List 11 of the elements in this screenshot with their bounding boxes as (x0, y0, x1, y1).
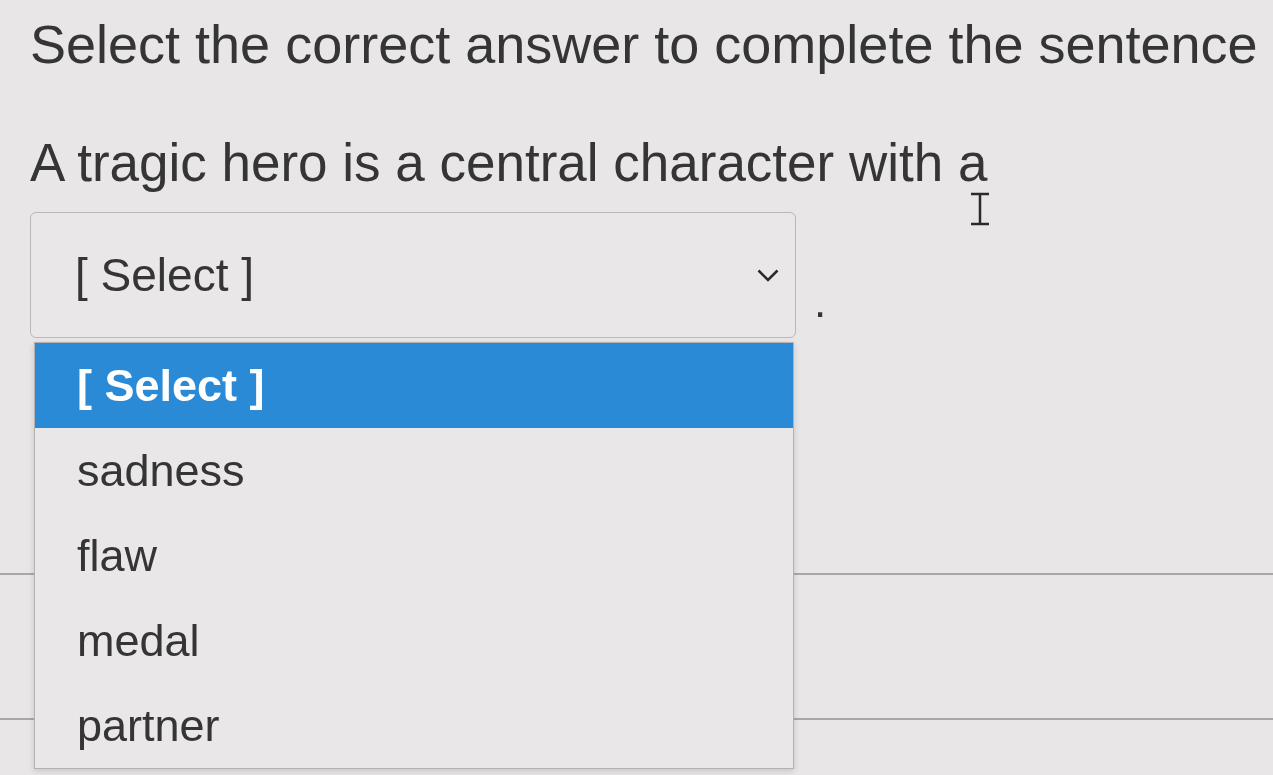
sentence-text: A tragic hero is a central character with a (30, 134, 988, 192)
answer-dropdown[interactable]: [ Select ] (30, 212, 796, 338)
chevron-down-icon (757, 268, 779, 282)
instruction-text: Select the correct answer to complete the sentence (30, 14, 1258, 74)
text-cursor-icon (969, 192, 992, 226)
period-text: . (814, 280, 827, 324)
dropdown-option[interactable]: medal (35, 598, 793, 683)
dropdown-option[interactable]: sadness (35, 428, 793, 513)
dropdown-option[interactable]: partner (35, 683, 793, 768)
dropdown-option[interactable]: flaw (35, 513, 793, 598)
dropdown-option[interactable]: [ Select ] (35, 343, 793, 428)
